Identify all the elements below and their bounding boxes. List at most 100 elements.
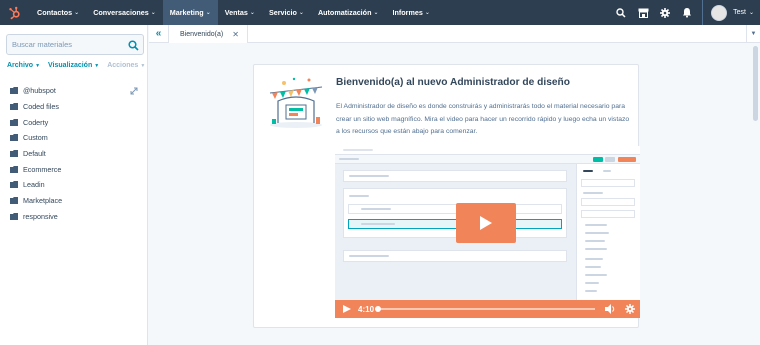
- folder-icon: [10, 118, 18, 126]
- tab-label: Bienvenido(a): [180, 30, 224, 38]
- scrollbar[interactable]: [753, 46, 758, 121]
- caret-down-icon: ▼: [94, 63, 100, 69]
- volume-icon[interactable]: [605, 304, 616, 314]
- video-preview-panel: [343, 170, 567, 182]
- nav-item-informes[interactable]: Informes ⌄: [386, 0, 437, 25]
- folder-item[interactable]: Custom: [10, 130, 62, 146]
- play-icon[interactable]: [342, 304, 352, 314]
- expand-icon[interactable]: [130, 82, 138, 100]
- chevron-down-icon: ⌄: [249, 10, 255, 16]
- caret-down-icon: ▼: [35, 63, 41, 69]
- sidebar-menu: Archivo ▼ Visualización ▼ Acciones ▼: [7, 62, 153, 69]
- welcome-video[interactable]: 4:10: [335, 146, 640, 318]
- folder-item[interactable]: Ecommerce: [10, 161, 62, 177]
- video-preview-toolbar: [335, 155, 640, 164]
- folder-list: @hubspot Coded files Coderty Custom Defa…: [10, 83, 62, 224]
- nav-item-label: Marketing: [169, 8, 204, 17]
- folder-icon: [10, 87, 18, 95]
- nav-item-label: Ventas: [224, 8, 248, 17]
- user-name[interactable]: Test: [733, 9, 746, 16]
- caret-down-icon: ▼: [140, 63, 146, 69]
- chevron-down-icon: ⌄: [205, 10, 211, 16]
- folder-label: Coderty: [23, 117, 49, 127]
- nav-divider: [702, 0, 704, 25]
- nav-item-marketing[interactable]: Marketing ⌄: [162, 0, 218, 25]
- tab-menu-icon[interactable]: ▼: [746, 25, 760, 42]
- folder-label: responsive: [23, 211, 58, 221]
- menu-label: Acciones: [107, 62, 139, 69]
- nav-item-servicio[interactable]: Servicio ⌄: [262, 0, 311, 25]
- folder-label: Marketplace: [23, 196, 63, 206]
- search-icon[interactable]: [610, 0, 632, 25]
- collapse-sidebar-button[interactable]: «: [149, 25, 169, 42]
- nav-item-contactos[interactable]: Contactos ⌄: [30, 0, 86, 25]
- menu-label: Visualización: [48, 62, 93, 69]
- nav-item-conversaciones[interactable]: Conversaciones ⌄: [86, 0, 163, 25]
- nav-item-label: Automatización: [317, 8, 372, 17]
- folder-item[interactable]: Marketplace: [10, 193, 62, 209]
- folder-item[interactable]: Default: [10, 146, 62, 162]
- editor-tab-bar: « Bienvenido(a) ✕ ▼: [149, 25, 760, 43]
- nav-right-tools: Test ⌄: [610, 0, 760, 25]
- notifications-icon[interactable]: [676, 0, 698, 25]
- close-icon[interactable]: ✕: [232, 30, 239, 39]
- chevron-down-icon: ⌄: [150, 10, 156, 16]
- folder-item[interactable]: Leadin: [10, 177, 62, 193]
- folder-label: Ecommerce: [23, 164, 62, 174]
- video-preview-panel: [343, 188, 567, 238]
- video-progress-handle[interactable]: [375, 306, 381, 312]
- folder-label: Default: [23, 149, 46, 159]
- folder-icon: [10, 197, 18, 205]
- chevron-down-icon: ⌄: [298, 10, 304, 16]
- menu-label: Archivo: [7, 62, 34, 69]
- nav-item-ventas[interactable]: Ventas ⌄: [218, 0, 262, 25]
- folder-icon: [10, 134, 18, 142]
- video-preview-header: [335, 146, 640, 155]
- video-controls: 4:10: [335, 300, 640, 318]
- folder-label: Coded files: [23, 102, 59, 112]
- folder-item[interactable]: @hubspot: [10, 83, 62, 99]
- menu-archivo[interactable]: Archivo ▼: [7, 62, 40, 69]
- welcome-illustration: [264, 75, 328, 134]
- chevron-down-icon[interactable]: ⌄: [749, 9, 754, 16]
- avatar[interactable]: [711, 4, 728, 21]
- settings-icon[interactable]: [654, 0, 676, 25]
- folder-icon: [10, 212, 18, 220]
- video-preview-sidebar: [576, 164, 640, 300]
- search-box: [6, 34, 144, 55]
- chevron-down-icon: ⌄: [74, 10, 80, 16]
- folder-label: @hubspot: [23, 86, 56, 96]
- folder-label: Leadin: [23, 180, 45, 190]
- folder-icon: [10, 181, 18, 189]
- chevron-down-icon: ⌄: [424, 10, 430, 16]
- nav-item-label: Servicio: [268, 8, 297, 17]
- folder-icon: [10, 103, 18, 111]
- menu-visualizacion[interactable]: Visualización ▼: [48, 62, 99, 69]
- file-sidebar: Archivo▼ Visualización▼ Acciones▼ @hubsp…: [0, 25, 148, 345]
- folder-icon: [10, 150, 18, 158]
- folder-icon: [10, 165, 18, 173]
- search-input[interactable]: [7, 35, 125, 54]
- welcome-title: Bienvenido(a) al nuevo Administrador de …: [336, 77, 570, 88]
- nav-item-label: Informes: [392, 8, 423, 17]
- nav-item-label: Conversaciones: [93, 8, 149, 17]
- folder-item[interactable]: responsive: [10, 209, 62, 225]
- welcome-description: El Administrador de diseño es donde cons…: [336, 103, 630, 136]
- search-icon[interactable]: [128, 38, 139, 56]
- tab-bienvenido[interactable]: Bienvenido(a) ✕: [169, 25, 248, 43]
- hubspot-logo-icon[interactable]: [0, 0, 30, 25]
- marketplace-icon[interactable]: [632, 0, 654, 25]
- play-icon: [480, 216, 492, 230]
- menu-acciones[interactable]: Acciones ▼: [107, 62, 145, 69]
- top-navigation: Contactos ⌄ Conversaciones ⌄ Marketing ⌄ Ve…: [0, 0, 760, 25]
- nav-item-automatizacion[interactable]: Automatización ⌄: [311, 0, 386, 25]
- chevron-down-icon: ⌄: [373, 10, 379, 16]
- play-button[interactable]: [456, 203, 516, 243]
- settings-icon[interactable]: [625, 304, 635, 314]
- video-preview-panel: [343, 250, 567, 262]
- folder-item[interactable]: Coderty: [10, 114, 62, 130]
- folder-label: Custom: [23, 133, 48, 143]
- video-progress-bar[interactable]: [375, 308, 595, 310]
- folder-item[interactable]: Coded files: [10, 99, 62, 115]
- nav-item-label: Contactos: [37, 8, 73, 17]
